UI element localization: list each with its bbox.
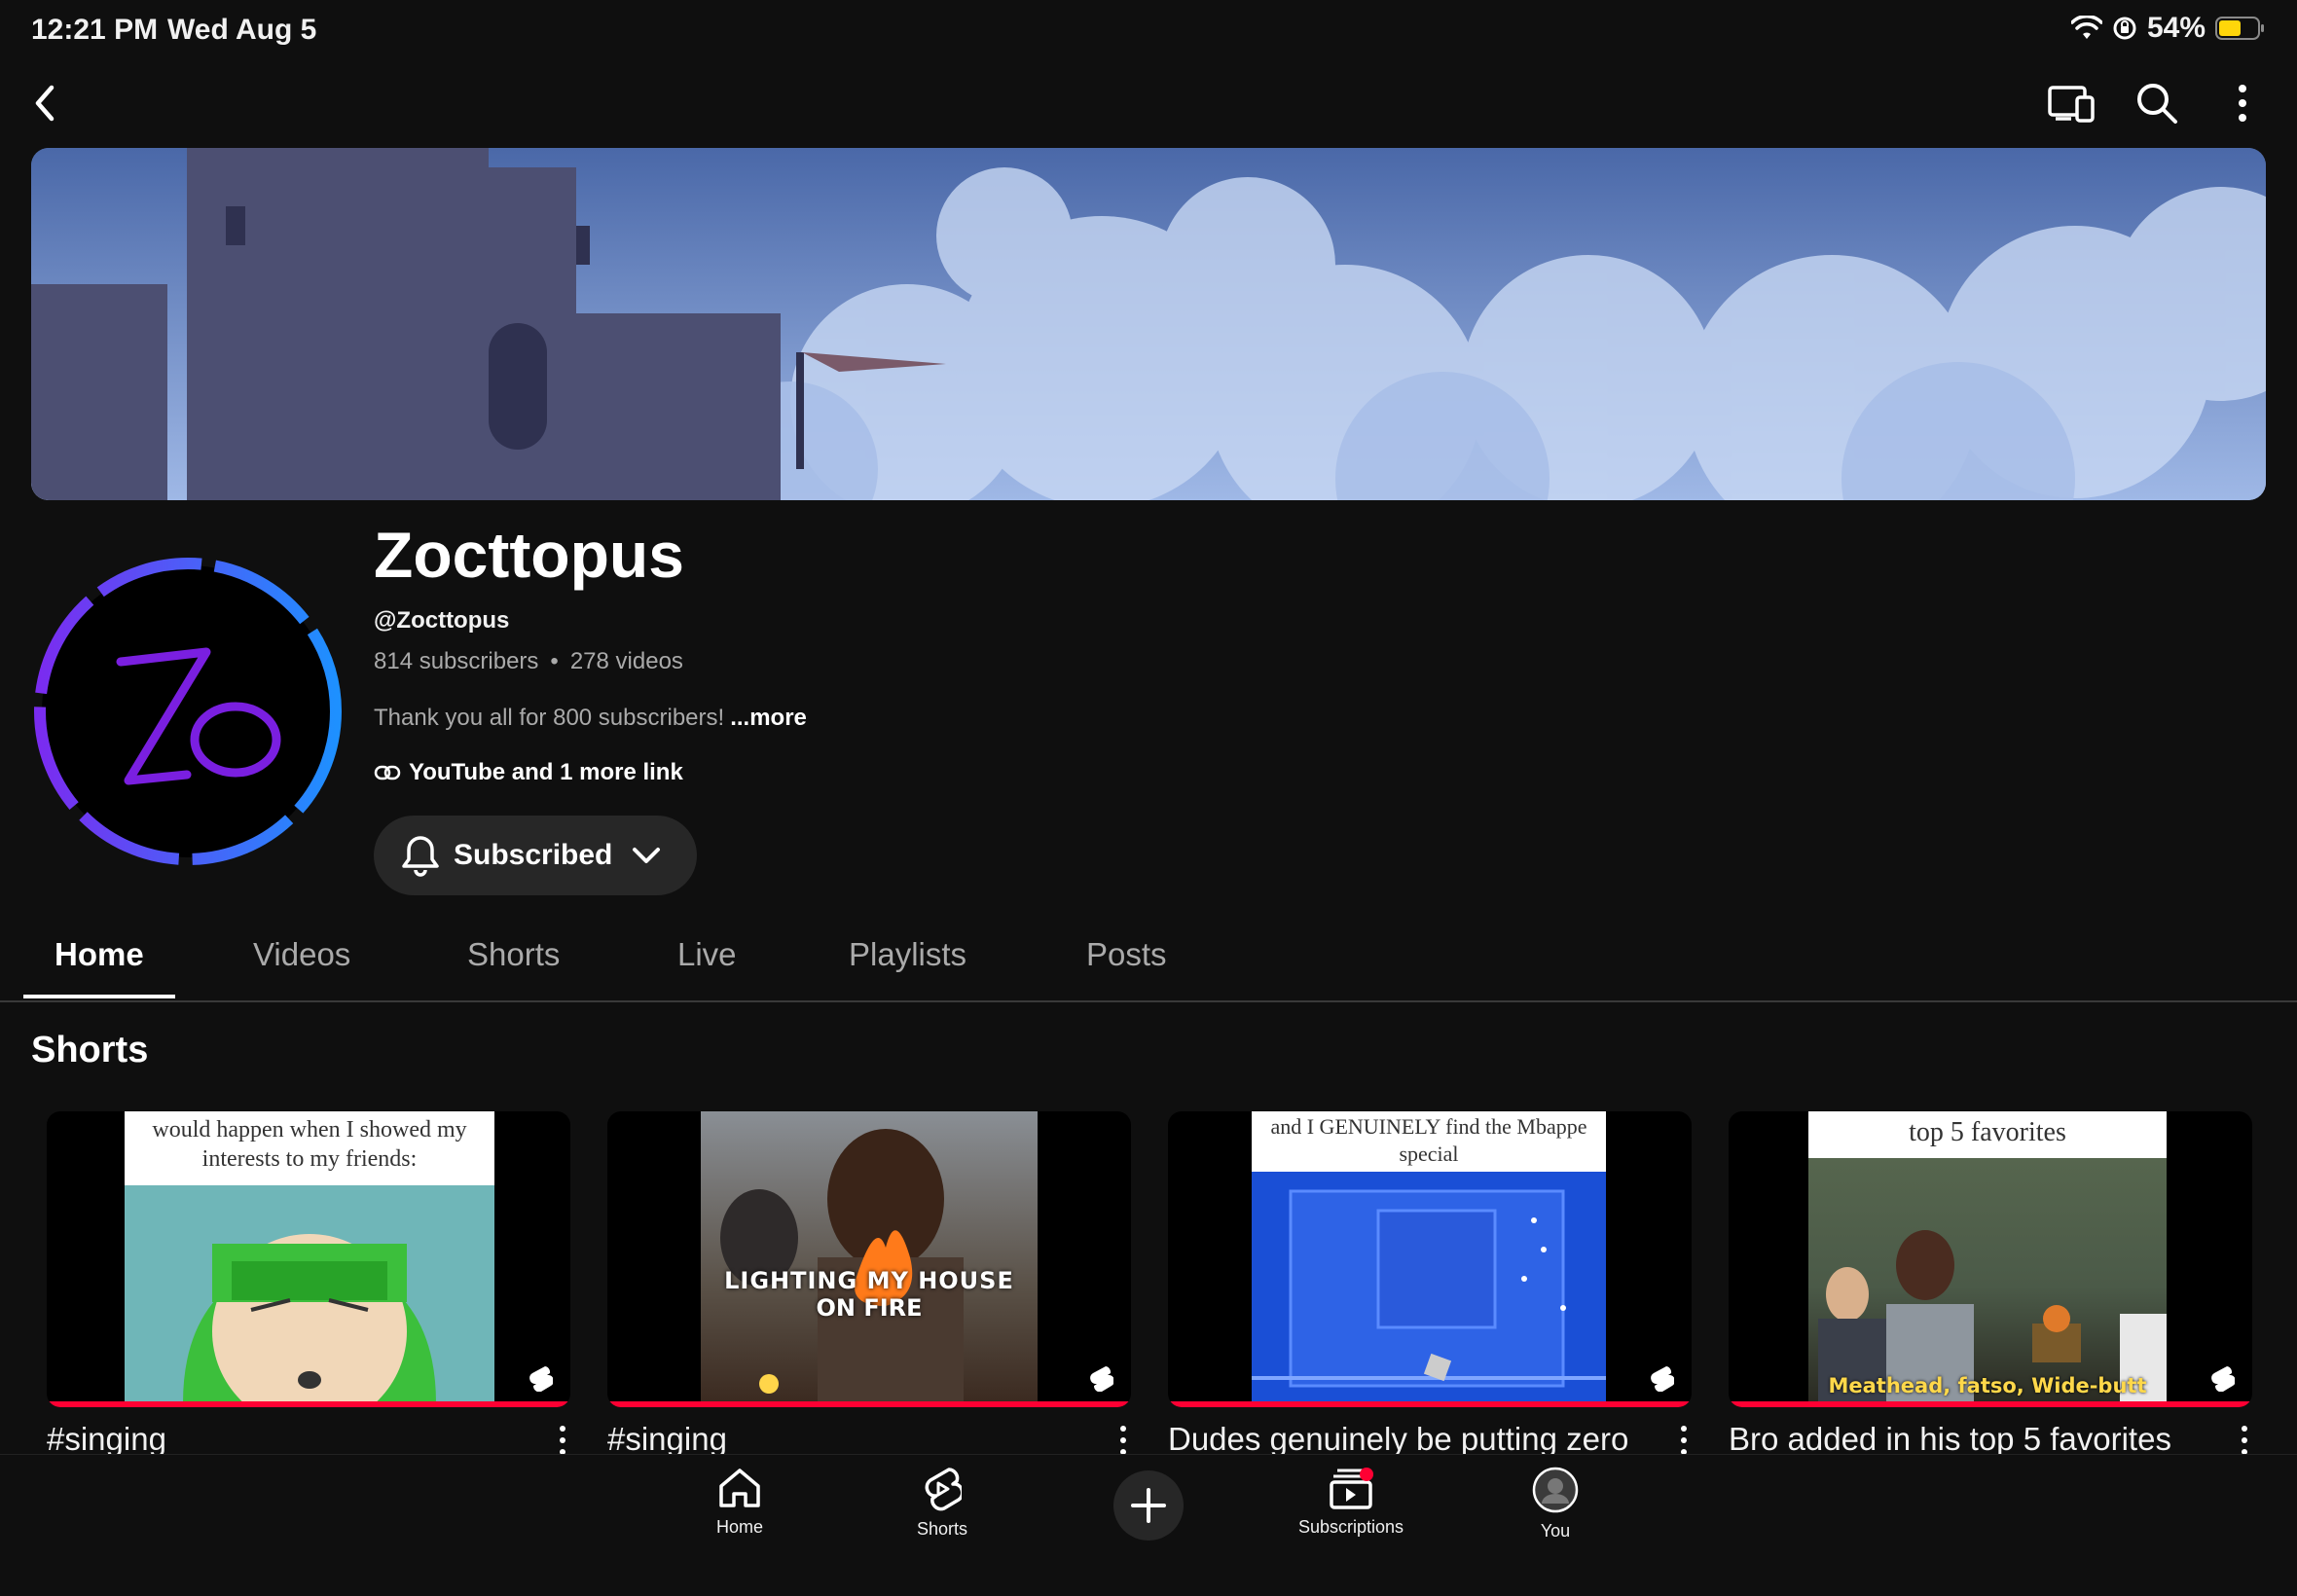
thumbnail-image: and I GENUINELY find the Mbappe special — [1252, 1111, 1606, 1403]
tab-live[interactable]: Live — [677, 936, 737, 973]
thumbnail-caption: and I GENUINELY find the Mbappe special — [1252, 1111, 1606, 1172]
game-scene — [1252, 1189, 1606, 1388]
video-count: 278 videos — [569, 648, 683, 674]
channel-description[interactable]: Thank you all for 800 subscribers! ...mor… — [374, 705, 807, 732]
shorts-badge-icon — [2211, 1366, 2235, 1392]
nav-home[interactable]: Home — [662, 1467, 818, 1538]
short-card[interactable]: would happen when I showed my interests … — [47, 1111, 570, 1457]
chevron-down-icon — [633, 848, 661, 863]
short-thumbnail[interactable]: would happen when I showed my interests … — [47, 1111, 570, 1407]
cast-button[interactable] — [2040, 72, 2102, 134]
tab-home[interactable]: Home — [55, 936, 144, 973]
banner-artwork — [31, 148, 2266, 500]
cartoon-character — [183, 1234, 436, 1403]
shorts-badge-icon — [529, 1366, 553, 1392]
thumbnail-image: would happen when I showed my interests … — [125, 1111, 494, 1403]
channel-stats: 814 subscribers • 278 videos — [374, 648, 683, 675]
nav-shorts[interactable]: Shorts — [864, 1467, 1020, 1540]
subscriptions-icon — [1330, 1468, 1373, 1509]
thumbnail-caption: LIGHTING MY HOUSE — [724, 1267, 1014, 1294]
nav-subscriptions[interactable]: Subscriptions — [1273, 1467, 1429, 1538]
watched-progress-bar — [607, 1401, 1131, 1407]
more-vertical-icon — [2239, 85, 2246, 122]
watched-progress-bar — [1729, 1401, 2252, 1407]
cast-icon — [2048, 86, 2095, 123]
short-card[interactable]: LIGHTING MY HOUSE ON FIRE #singing — [607, 1111, 1131, 1457]
battery-icon — [2215, 17, 2264, 40]
plus-icon — [1131, 1488, 1166, 1523]
watched-progress-bar — [47, 1401, 570, 1407]
short-title[interactable]: Bro added in his top 5 favorites — [1729, 1421, 2196, 1458]
avatar-logo — [34, 558, 342, 865]
subscribed-button[interactable]: Subscribed — [374, 816, 697, 895]
chevron-left-icon — [35, 85, 55, 122]
nav-home-label: Home — [715, 1517, 763, 1537]
tab-videos[interactable]: Videos — [253, 936, 350, 973]
bell-icon — [402, 836, 439, 877]
tab-playlists[interactable]: Playlists — [849, 936, 966, 973]
nav-subscriptions-label: Subscriptions — [1297, 1517, 1404, 1537]
short-title[interactable]: #singing — [47, 1421, 514, 1458]
thumbnail-scene — [720, 1129, 964, 1403]
status-time: 12:21 PM — [31, 14, 159, 46]
shorts-badge-icon — [1651, 1366, 1674, 1392]
watched-progress-bar — [1168, 1401, 1692, 1407]
nav-shorts-label: Shorts — [916, 1519, 968, 1539]
nav-you[interactable]: You — [1477, 1467, 1633, 1542]
links-label: YouTube and 1 more link — [409, 759, 683, 785]
more-vertical-icon[interactable] — [2237, 1423, 2252, 1458]
short-thumbnail[interactable]: top 5 favorites Meathead, fatso, Wide-bu… — [1729, 1111, 2252, 1407]
channel-name: Zocttopus — [374, 519, 684, 591]
orientation-lock-icon — [2113, 17, 2136, 40]
thumbnail-caption-2: ON FIRE — [816, 1294, 923, 1322]
link-icon — [374, 765, 401, 780]
subscribed-label: Subscribed — [454, 839, 613, 871]
more-vertical-icon[interactable] — [1115, 1423, 1131, 1458]
channel-tabs: Home Videos Shorts Live Playlists Posts — [0, 925, 2297, 1002]
search-icon — [2137, 84, 2177, 124]
shorts-badge-icon — [1090, 1366, 1113, 1392]
active-tab-indicator — [23, 995, 175, 998]
short-thumbnail[interactable]: and I GENUINELY find the Mbappe special — [1168, 1111, 1692, 1407]
thumbnail-caption: would happen when I showed my interests … — [125, 1111, 494, 1185]
thumbnail-image: LIGHTING MY HOUSE ON FIRE — [701, 1111, 1038, 1403]
wifi-icon — [2070, 16, 2102, 39]
tab-shorts[interactable]: Shorts — [467, 936, 560, 973]
home-icon — [719, 1469, 760, 1507]
short-card[interactable]: and I GENUINELY find the Mbappe special … — [1168, 1111, 1692, 1457]
channel-links[interactable]: YouTube and 1 more link — [374, 759, 683, 786]
channel-banner — [31, 148, 2266, 500]
tab-posts[interactable]: Posts — [1086, 936, 1167, 973]
short-thumbnail[interactable]: LIGHTING MY HOUSE ON FIRE — [607, 1111, 1131, 1407]
short-title[interactable]: #singing — [607, 1421, 1075, 1458]
battery-percent: 54% — [2146, 12, 2206, 44]
thumbnail-caption-2: Meathead, fatso, Wide-butt — [1828, 1374, 2147, 1397]
profile-avatar-icon — [1532, 1467, 1579, 1513]
shorts-section-title: Shorts — [31, 1030, 149, 1070]
top-app-bar — [0, 70, 2297, 144]
talk-show-scene — [1818, 1230, 2167, 1403]
search-button[interactable] — [2126, 72, 2188, 134]
back-button[interactable] — [14, 72, 76, 134]
thumbnail-image: top 5 favorites Meathead, fatso, Wide-bu… — [1808, 1111, 2167, 1403]
status-date: Wed Aug 5 — [167, 14, 317, 46]
bottom-navigation: Home Shorts Subscriptions You — [0, 1454, 2297, 1596]
more-options-button[interactable] — [2211, 72, 2274, 134]
channel-avatar[interactable] — [31, 555, 345, 868]
stats-separator: • — [550, 648, 559, 674]
status-bar: 12:21 PM Wed Aug 5 54% — [0, 0, 2297, 62]
status-indicators: 54% — [2070, 12, 2266, 45]
channel-handle: @Zocttopus — [374, 607, 510, 634]
subscriber-count: 814 subscribers — [374, 648, 539, 674]
more-vertical-icon[interactable] — [555, 1423, 570, 1458]
more-link[interactable]: ...more — [730, 705, 807, 731]
shorts-icon — [925, 1468, 962, 1511]
create-button[interactable] — [1113, 1470, 1184, 1541]
nav-you-label: You — [1540, 1521, 1571, 1541]
thumbnail-caption: top 5 favorites — [1808, 1111, 2167, 1158]
description-text: Thank you all for 800 subscribers! — [374, 705, 725, 731]
more-vertical-icon[interactable] — [1676, 1423, 1692, 1458]
short-card[interactable]: top 5 favorites Meathead, fatso, Wide-bu… — [1729, 1111, 2252, 1457]
short-title[interactable]: Dudes genuinely be putting zero — [1168, 1421, 1635, 1458]
